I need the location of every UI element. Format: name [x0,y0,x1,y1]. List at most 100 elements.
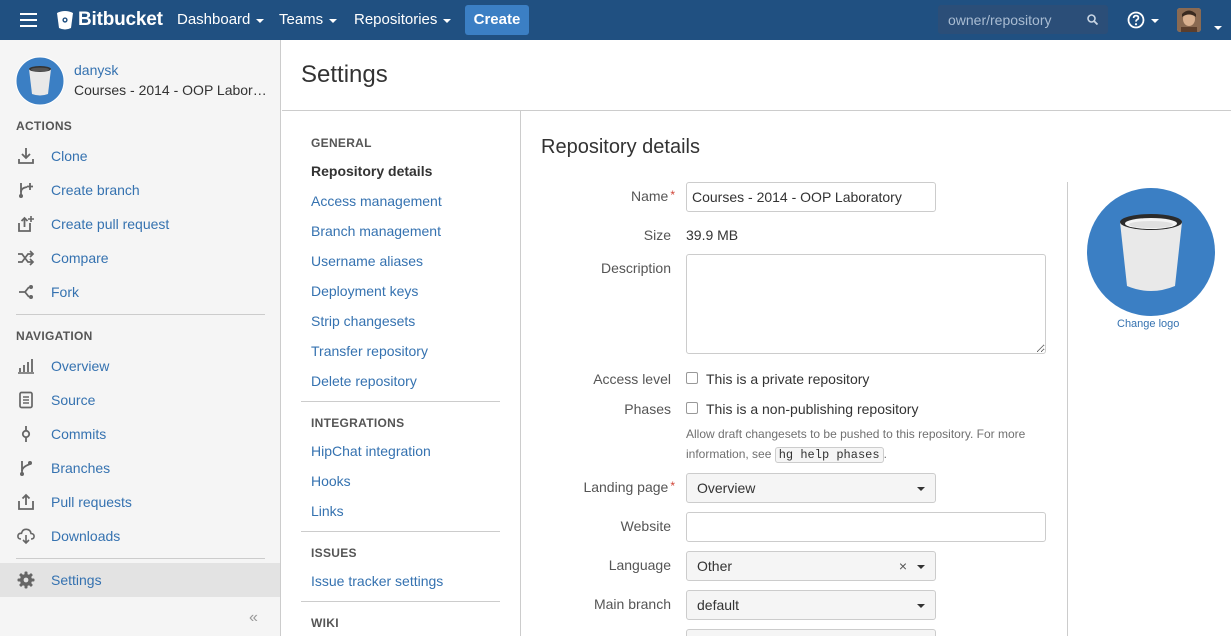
fork-icon [16,282,36,302]
nav-repositories-label: Repositories [354,11,438,28]
language-value: Other [697,558,733,574]
language-label: Language [608,557,671,573]
settings-nav-username-aliases[interactable]: Username aliases [311,253,423,269]
non-publishing-checkbox[interactable] [686,402,698,414]
sidebar-item-pull-requests[interactable]: Pull requests [0,485,280,519]
landing-page-select[interactable]: Overview [686,473,936,503]
name-label: Name * [631,188,675,204]
compare-icon [16,248,36,268]
sidebar-item-label: Pull requests [51,494,132,510]
sidebar-item-label: Compare [51,250,109,266]
chevron-down-icon [256,18,265,23]
landing-page-label-text: Landing page [583,479,669,495]
sidebar-item-settings[interactable]: Settings [0,563,280,597]
repository-name[interactable]: Courses - 2014 - OOP Laboratory [74,82,274,98]
sidebar-item-downloads[interactable]: Downloads [0,519,280,553]
bitbucket-logo[interactable]: Bitbucket [56,9,163,31]
landing-page-value: Overview [697,480,756,496]
chevron-down-icon [443,18,452,23]
page-title: Settings [301,61,388,88]
nav-dashboard[interactable]: Dashboard [177,11,265,28]
name-input[interactable] [686,182,936,212]
sidebar-item-create-branch[interactable]: Create branch [0,173,280,207]
clone-icon [16,146,36,166]
private-repository-label[interactable]: This is a private repository [706,371,869,387]
settings-nav-issue-tracker-settings[interactable]: Issue tracker settings [311,573,443,589]
sidebar-item-label: Create pull request [51,216,170,232]
sidebar-item-clone[interactable]: Clone [0,139,280,173]
repository-logo[interactable] [1087,188,1215,316]
chevron-down-icon [917,487,925,491]
settings-nav-deployment-keys[interactable]: Deployment keys [311,283,418,299]
search-icon [1087,14,1098,25]
sidebar-divider [16,558,265,559]
settings-nav-hooks[interactable]: Hooks [311,473,351,489]
next-field-select[interactable] [686,629,936,636]
nav-teams[interactable]: Teams [279,11,338,28]
description-textarea[interactable] [686,254,1046,354]
help-menu[interactable] [1127,11,1159,29]
gear-icon [16,570,36,590]
name-label-text: Name [630,188,669,204]
sidebar-item-source[interactable]: Source [0,383,280,417]
issues-heading: ISSUES [311,546,357,560]
settings-nav-links[interactable]: Links [311,503,344,519]
sidebar-item-compare[interactable]: Compare [0,241,280,275]
description-label: Description [600,260,671,276]
bitbucket-logo-icon [57,11,73,30]
settings-nav-delete-repository[interactable]: Delete repository [311,373,417,389]
language-select[interactable]: Other × [686,551,936,581]
landing-page-label: Landing page * [583,479,675,495]
user-avatar[interactable] [1177,8,1201,32]
sidebar-item-label: Downloads [51,528,121,544]
nav-repositories[interactable]: Repositories [354,11,452,28]
main-branch-value: default [697,597,740,613]
chevron-down-icon [329,18,338,23]
nav-dashboard-label: Dashboard [177,11,251,28]
settings-nav-transfer-repository[interactable]: Transfer repository [311,343,428,359]
repository-avatar[interactable] [15,56,65,106]
sidebar-item-create-pull-request[interactable]: Create pull request [0,207,280,241]
search-placeholder: owner/repository [948,12,1052,28]
settings-nav-branch-management[interactable]: Branch management [311,223,441,239]
navigation-heading: NAVIGATION [16,329,93,343]
commits-icon [16,424,36,444]
settings-nav-divider [301,601,500,602]
change-logo-link[interactable]: Change logo [1117,318,1179,330]
user-avatar-image [1177,8,1201,32]
access-level-label: Access level [593,371,671,387]
form-title: Repository details [541,136,700,158]
menu-icon[interactable] [20,13,37,27]
create-branch-icon [16,180,36,200]
pull-requests-icon [16,492,36,512]
settings-nav-repository-details[interactable]: Repository details [311,163,432,179]
sidebar-item-label: Source [51,392,96,408]
private-repository-checkbox[interactable] [686,372,698,384]
collapse-sidebar-icon[interactable]: « [249,609,258,627]
sidebar-item-label: Fork [51,284,79,300]
sidebar-item-label: Clone [51,148,88,164]
clear-icon[interactable]: × [899,558,907,574]
settings-nav-hipchat-integration[interactable]: HipChat integration [311,443,431,459]
sidebar-item-fork[interactable]: Fork [0,275,280,309]
chevron-down-icon[interactable] [1214,26,1222,30]
website-input[interactable] [686,512,1046,542]
main-branch-select[interactable]: default [686,590,936,620]
phases-help-period: . [883,447,887,461]
create-button[interactable]: Create [465,5,529,35]
repository-owner-link[interactable]: danysk [74,62,118,78]
branches-icon [16,458,36,478]
phases-label: Phases [624,401,671,417]
sidebar-item-commits[interactable]: Commits [0,417,280,451]
settings-nav-access-management[interactable]: Access management [311,193,442,209]
sidebar-item-branches[interactable]: Branches [0,451,280,485]
sidebar-item-label: Overview [51,358,110,374]
settings-nav-strip-changesets[interactable]: Strip changesets [311,313,415,329]
sidebar-item-overview[interactable]: Overview [0,349,280,383]
non-publishing-label[interactable]: This is a non-publishing repository [706,401,918,417]
source-icon [16,390,36,410]
search-input[interactable]: owner/repository [938,5,1108,34]
repository-sidebar: danysk Courses - 2014 - OOP Laboratory A… [0,40,281,636]
sidebar-item-label: Commits [51,426,107,442]
brand-name: Bitbucket [78,9,163,30]
